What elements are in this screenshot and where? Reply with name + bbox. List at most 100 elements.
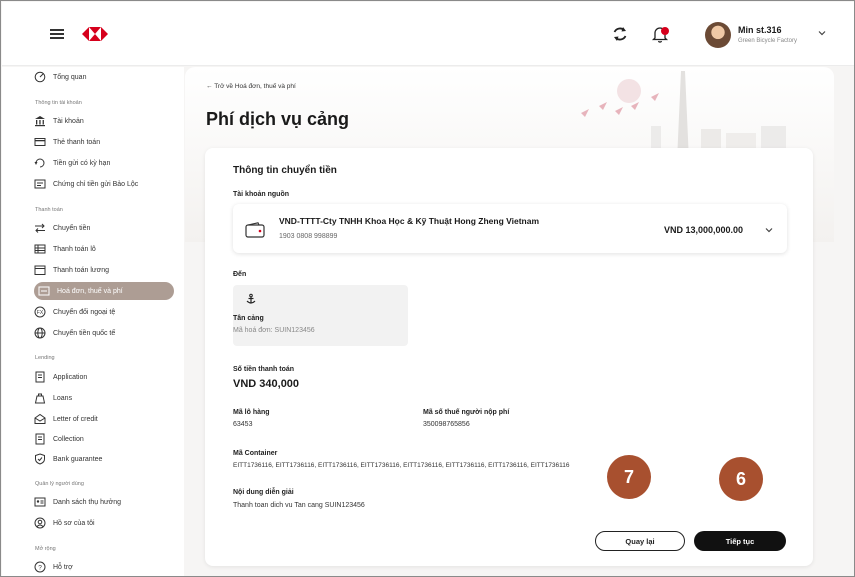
account-balance: VND 13,000,000.00 bbox=[664, 225, 744, 235]
sidebar-item-label: Thanh toán lương bbox=[53, 266, 109, 274]
svg-text:?: ? bbox=[38, 564, 42, 571]
sidebar-item-label: Chứng chỉ tiền gửi Bảo Lộc bbox=[53, 180, 139, 188]
sidebar-item-transfer[interactable]: Chuyển tiền bbox=[34, 219, 174, 237]
sidebar-item-label: Letter of credit bbox=[53, 415, 98, 423]
sidebar-item-invoices[interactable]: Hoá đơn, thuế và phí bbox=[34, 282, 174, 300]
beneficiary-icon bbox=[34, 497, 46, 507]
user-company: Green Bicycle Factory bbox=[738, 38, 798, 44]
sidebar-item-application[interactable]: Application bbox=[34, 368, 174, 386]
application-icon bbox=[35, 371, 45, 383]
sidebar-item-label: Chuyển tiền quốc tế bbox=[53, 329, 116, 337]
lot-label: Mã lô hàng bbox=[233, 409, 270, 416]
page-title: Phí dịch vụ cảng bbox=[206, 109, 350, 129]
sidebar-item-accounts[interactable]: Tài khoản bbox=[34, 112, 174, 130]
user-name: Min st.316 bbox=[738, 25, 782, 35]
sidebar-item-fx[interactable]: FX Chuyển đổi ngoại tệ bbox=[34, 303, 174, 321]
sidebar-section-account: Thông tin tài khoản bbox=[35, 100, 82, 106]
sidebar-item-label: Hỗ trợ bbox=[53, 563, 73, 571]
sidebar-item-label: Tiền gửi có kỳ hạn bbox=[53, 159, 111, 167]
sidebar-item-international[interactable]: Chuyển tiền quốc tế bbox=[34, 324, 174, 342]
sidebar-item-label: Tài khoản bbox=[53, 117, 84, 125]
destination-invoice-code: Mã hoá đơn: SUIN123456 bbox=[233, 327, 315, 334]
sidebar-item-label: Thẻ thanh toán bbox=[53, 138, 101, 146]
notification-badge bbox=[661, 27, 669, 35]
tax-code-label: Mã số thuế người nộp phí bbox=[423, 409, 510, 416]
avatar[interactable] bbox=[705, 22, 731, 48]
payroll-icon bbox=[34, 265, 46, 275]
sidebar-item-certificate[interactable]: Chứng chỉ tiền gửi Bảo Lộc bbox=[34, 175, 174, 193]
sidebar-item-label: Loans bbox=[53, 394, 73, 402]
sidebar-item-label: Hồ sơ của tôi bbox=[53, 519, 95, 527]
sidebar-item-bank-guarantee[interactable]: Bank guarantee bbox=[34, 450, 174, 468]
sidebar-item-beneficiaries[interactable]: Danh sách thụ hưởng bbox=[34, 493, 174, 511]
continue-button[interactable]: Tiếp tục bbox=[694, 531, 786, 551]
sidebar-item-label: Thanh toán lô bbox=[53, 245, 96, 253]
sidebar-item-my-profile[interactable]: Hồ sơ của tôi bbox=[34, 514, 174, 532]
sidebar-item-batch-payment[interactable]: Thanh toán lô bbox=[34, 240, 174, 258]
sidebar-section-lending: Lending bbox=[35, 355, 55, 361]
description-value: Thanh toan dich vu Tan cang SUIN123456 bbox=[233, 502, 365, 509]
sidebar-item-label: Chuyển đổi ngoại tệ bbox=[53, 308, 116, 316]
fx-icon: FX bbox=[34, 306, 46, 318]
back-link[interactable]: ← Trở về Hoá đơn, thuế và phí bbox=[206, 83, 296, 90]
globe-icon bbox=[34, 327, 46, 339]
amount-label: Số tiền thanh toán bbox=[233, 366, 295, 373]
batch-icon bbox=[34, 244, 46, 254]
deposit-icon bbox=[34, 158, 45, 168]
chevron-down-icon[interactable] bbox=[817, 28, 827, 38]
source-account-label: Tài khoản nguồn bbox=[233, 191, 289, 198]
transfer-icon bbox=[35, 223, 45, 233]
sidebar-item-label: Application bbox=[53, 373, 88, 381]
step-marker-7: 7 bbox=[607, 455, 651, 499]
amount-value: VND 340,000 bbox=[233, 378, 300, 390]
loans-icon bbox=[34, 393, 46, 404]
destination-label: Đến bbox=[233, 271, 247, 278]
card-icon bbox=[34, 138, 46, 146]
account-name: VND-TTTT-Cty TNHH Khoa Học & Kỹ Thuật Ho… bbox=[279, 216, 540, 226]
sidebar-section-extend: Mở rộng bbox=[35, 546, 56, 552]
description-label: Nội dung diễn giải bbox=[233, 489, 294, 496]
profile-icon bbox=[34, 517, 46, 529]
anchor-icon bbox=[246, 293, 256, 304]
sidebar-item-cards[interactable]: Thẻ thanh toán bbox=[34, 133, 174, 151]
brand-logo-icon[interactable] bbox=[82, 26, 108, 42]
sidebar-section-payment: Thanh toán bbox=[35, 207, 63, 213]
chevron-down-icon[interactable] bbox=[764, 225, 774, 235]
sidebar-item-letter-of-credit[interactable]: Letter of credit bbox=[34, 410, 174, 428]
back-button[interactable]: Quay lại bbox=[595, 531, 685, 551]
wallet-icon bbox=[245, 222, 265, 238]
sidebar-item-overview[interactable]: Tổng quan bbox=[34, 68, 174, 86]
sidebar-section-users: Quản lý người dùng bbox=[35, 481, 84, 487]
sidebar-item-label: Danh sách thụ hưởng bbox=[53, 498, 122, 506]
bank-icon bbox=[35, 116, 45, 127]
app-window: Min st.316 Green Bicycle Factory Tổng qu… bbox=[0, 0, 855, 577]
sidebar-item-term-deposit[interactable]: Tiền gửi có kỳ hạn bbox=[34, 154, 174, 172]
sidebar-item-label: Chuyển tiền bbox=[53, 224, 91, 232]
section-title: Thông tin chuyển tiền bbox=[233, 165, 337, 176]
menu-icon[interactable] bbox=[50, 29, 64, 39]
letter-icon bbox=[34, 413, 46, 424]
sidebar-item-label: Tổng quan bbox=[53, 73, 87, 81]
overview-icon bbox=[34, 71, 46, 83]
shield-icon bbox=[35, 453, 45, 465]
help-icon: ? bbox=[34, 561, 46, 573]
sidebar-item-label: Hoá đơn, thuế và phí bbox=[57, 287, 123, 295]
account-number: 1903 0808 998899 bbox=[279, 233, 338, 240]
sidebar-item-help[interactable]: ? Hỗ trợ bbox=[34, 558, 174, 576]
sidebar-item-payroll[interactable]: Thanh toán lương bbox=[34, 261, 174, 279]
sidebar-item-collection[interactable]: Collection bbox=[34, 430, 174, 448]
top-header: Min st.316 Green Bicycle Factory bbox=[2, 2, 854, 66]
collection-icon bbox=[35, 433, 45, 445]
tax-code-value: 350098765856 bbox=[423, 421, 470, 428]
container-value: EITT1736116, EITT1736116, EITT1736116, E… bbox=[233, 462, 570, 469]
svg-text:FX: FX bbox=[37, 310, 44, 316]
sync-icon[interactable] bbox=[610, 24, 630, 44]
step-marker-6: 6 bbox=[719, 457, 763, 501]
sidebar-item-loans[interactable]: Loans bbox=[34, 389, 174, 407]
lot-value: 63453 bbox=[233, 421, 253, 428]
destination-name: Tân cảng bbox=[233, 315, 264, 322]
sidebar-item-label: Collection bbox=[53, 435, 84, 443]
certificate-icon bbox=[34, 179, 46, 189]
container-label: Mã Container bbox=[233, 450, 278, 457]
invoice-icon bbox=[38, 286, 50, 296]
